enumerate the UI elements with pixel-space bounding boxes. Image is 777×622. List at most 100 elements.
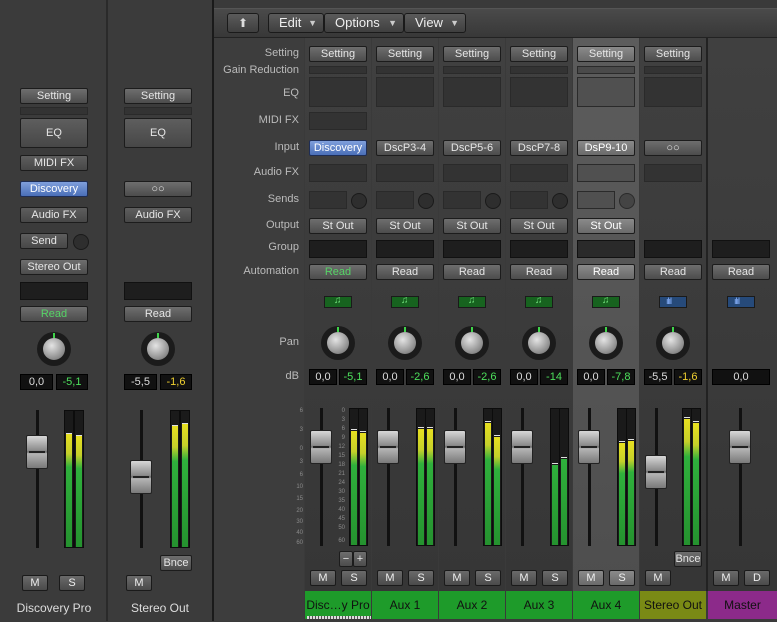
strip-2-channel-name[interactable]: Aux 1	[372, 591, 438, 619]
strip-5-setting-button[interactable]: Setting	[577, 46, 635, 62]
strip-5-solo-button[interactable]: S	[609, 570, 635, 586]
strip-6-volume-fader[interactable]	[645, 455, 667, 489]
strip-6-eq[interactable]	[644, 77, 702, 107]
strip-1-minus-button[interactable]: −	[339, 551, 353, 567]
strip-7-channel-name[interactable]: Master	[708, 591, 777, 619]
strip-5-mute-button[interactable]: M	[578, 570, 604, 586]
strip-5-volume-display[interactable]: 0,0	[577, 369, 605, 385]
inspector-right-eq-button[interactable]: EQ	[124, 118, 192, 148]
inspector-left-output-button[interactable]: Stereo Out	[20, 259, 88, 275]
strip-5-audio-fx[interactable]	[577, 164, 635, 182]
options-menu[interactable]: Options ▼	[324, 13, 404, 33]
strip-1-pan-knob[interactable]	[321, 326, 355, 360]
strip-3-mute-button[interactable]: M	[444, 570, 470, 586]
strip-3-input-button[interactable]: DscP5-6	[443, 140, 501, 156]
strip-1-volume-display[interactable]: 0,0	[309, 369, 337, 385]
strip-3-peak-display[interactable]: -2,6	[473, 369, 501, 385]
strip-5-eq[interactable]	[577, 77, 635, 107]
strip-2-eq[interactable]	[376, 77, 434, 107]
strip-6-automation-button[interactable]: Read	[644, 264, 702, 280]
strip-2-solo-button[interactable]: S	[408, 570, 434, 586]
strip-6-setting-button[interactable]: Setting	[644, 46, 702, 62]
inspector-left-volume-fader[interactable]	[26, 435, 48, 469]
strip-5-send-slot[interactable]	[577, 191, 615, 209]
strip-1-volume-fader[interactable]	[310, 430, 332, 464]
inspector-right-channel-name[interactable]: Stereo Out	[108, 594, 212, 622]
strip-3-output-button[interactable]: St Out	[443, 218, 501, 234]
strip-6-pan-knob[interactable]	[656, 326, 690, 360]
inspector-right-audio-fx-slot[interactable]: Audio FX	[124, 207, 192, 223]
strip-1-solo-button[interactable]: S	[341, 570, 367, 586]
strip-1-input-button[interactable]: Discovery	[309, 140, 367, 156]
strip-7-mute-button[interactable]: M	[713, 570, 739, 586]
inspector-right-group-slot[interactable]	[124, 282, 192, 300]
inspector-right-mute-button[interactable]: M	[126, 575, 152, 591]
strip-6-bounce-button[interactable]: Bnce	[674, 551, 702, 567]
strip-3-send-knob[interactable]	[485, 193, 501, 209]
strip-2-setting-button[interactable]: Setting	[376, 46, 434, 62]
inspector-left-solo-button[interactable]: S	[59, 575, 85, 591]
strip-2-group-slot[interactable]	[376, 240, 434, 258]
strip-4-send-knob[interactable]	[552, 193, 568, 209]
strip-2-send-slot[interactable]	[376, 191, 414, 209]
strip-2-pan-knob[interactable]	[388, 326, 422, 360]
strip-5-automation-button[interactable]: Read	[577, 264, 635, 280]
strip-7-dim-button[interactable]: D	[744, 570, 770, 586]
inspector-right-volume-display[interactable]: -5,5	[124, 374, 157, 390]
inspector-left-send-knob[interactable]	[73, 234, 89, 250]
strip-1-send-slot[interactable]	[309, 191, 347, 209]
strip-5-pan-knob[interactable]	[589, 326, 623, 360]
strip-3-automation-button[interactable]: Read	[443, 264, 501, 280]
strip-1-plus-button[interactable]: +	[353, 551, 367, 567]
strip-1-setting-button[interactable]: Setting	[309, 46, 367, 62]
strip-7-automation-button[interactable]: Read	[712, 264, 770, 280]
strip-6-mute-button[interactable]: M	[645, 570, 671, 586]
strip-3-send-slot[interactable]	[443, 191, 481, 209]
strip-4-volume-fader[interactable]	[511, 430, 533, 464]
strip-5-volume-fader[interactable]	[578, 430, 600, 464]
strip-3-channel-name[interactable]: Aux 2	[439, 591, 505, 619]
strip-3-audio-fx[interactable]	[443, 164, 501, 182]
strip-2-peak-display[interactable]: -2,6	[406, 369, 434, 385]
strip-4-eq[interactable]	[510, 77, 568, 107]
strip-4-group-slot[interactable]	[510, 240, 568, 258]
strip-5-input-button[interactable]: DsP9-10	[577, 140, 635, 156]
inspector-left-channel-name[interactable]: Discovery Pro	[2, 594, 106, 622]
inspector-left-input-button[interactable]: Discovery	[20, 181, 88, 197]
inspector-right-automation-button[interactable]: Read	[124, 306, 192, 322]
strip-2-mute-button[interactable]: M	[377, 570, 403, 586]
strip-4-automation-button[interactable]: Read	[510, 264, 568, 280]
inspector-left-eq-button[interactable]: EQ	[20, 118, 88, 148]
strip-6-audio-fx[interactable]	[644, 164, 702, 182]
back-button[interactable]: ⬆	[227, 13, 259, 33]
inspector-left-midi-fx-slot[interactable]: MIDI FX	[20, 155, 88, 171]
strip-1-mute-button[interactable]: M	[310, 570, 336, 586]
strip-2-send-knob[interactable]	[418, 193, 434, 209]
inspector-left-group-slot[interactable]	[20, 282, 88, 300]
strip-1-channel-name[interactable]: Disc…y Pro	[305, 591, 371, 619]
strip-7-volume-fader[interactable]	[729, 430, 751, 464]
inspector-left-pan-knob[interactable]	[37, 332, 71, 366]
strip-1-automation-button[interactable]: Read	[309, 264, 367, 280]
strip-3-group-slot[interactable]	[443, 240, 501, 258]
strip-3-solo-button[interactable]: S	[475, 570, 501, 586]
strip-3-volume-fader[interactable]	[444, 430, 466, 464]
inspector-right-bounce-button[interactable]: Bnce	[160, 555, 192, 571]
strip-4-audio-fx[interactable]	[510, 164, 568, 182]
view-menu[interactable]: View ▼	[404, 13, 466, 33]
strip-4-input-button[interactable]: DscP7-8	[510, 140, 568, 156]
strip-1-output-button[interactable]: St Out	[309, 218, 367, 234]
strip-4-output-button[interactable]: St Out	[510, 218, 568, 234]
strip-6-group-slot[interactable]	[644, 240, 702, 258]
strip-3-eq[interactable]	[443, 77, 501, 107]
strip-1-send-knob[interactable]	[351, 193, 367, 209]
strip-6-peak-display[interactable]: -1,6	[674, 369, 702, 385]
strip-6-volume-display[interactable]: -5,5	[644, 369, 672, 385]
strip-2-volume-display[interactable]: 0,0	[376, 369, 404, 385]
strip-2-volume-fader[interactable]	[377, 430, 399, 464]
strip-3-setting-button[interactable]: Setting	[443, 46, 501, 62]
strip-4-solo-button[interactable]: S	[542, 570, 568, 586]
strip-4-setting-button[interactable]: Setting	[510, 46, 568, 62]
strip-1-audio-fx[interactable]	[309, 164, 367, 182]
strip-1-group-slot[interactable]	[309, 240, 367, 258]
